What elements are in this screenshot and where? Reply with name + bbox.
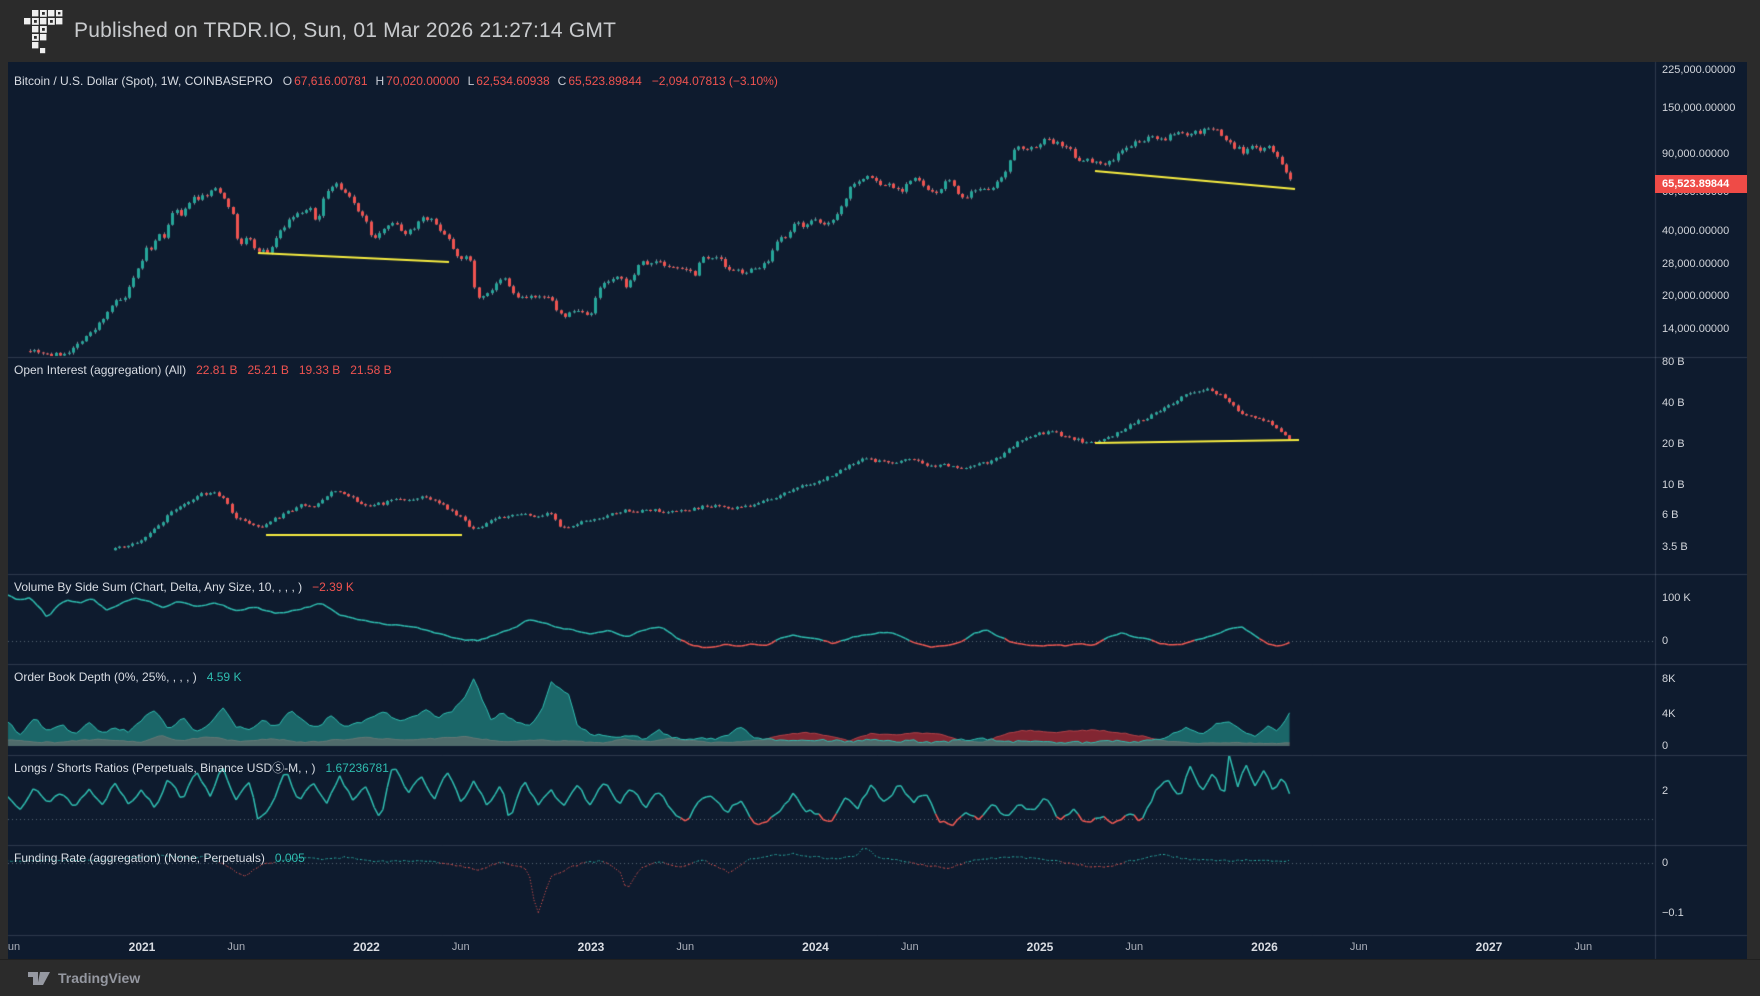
legend-segment: 1.67236781 [325,760,388,776]
price-axis-label: 10 B [1662,479,1685,491]
legend-segment: L [468,73,475,89]
price-axis-label: −0.1 [1662,907,1684,919]
legend-segment: −2.39 K [312,579,354,595]
legend-segment: 67,616.00781 [294,73,367,89]
legend-segment: Longs / Shorts Ratios (Perpetuals, Binan… [14,760,315,776]
price-axis-label: 8K [1662,673,1675,685]
tradingview-logo[interactable] [28,969,52,988]
time-axis-label: 2024 [802,940,829,954]
price-axis-label: 225,000.00000 [1662,64,1735,76]
chart-canvas[interactable] [0,0,1760,996]
legend-segment: H [376,73,385,89]
time-axis-label: Jun [1125,941,1143,953]
legend-segment: Volume By Side Sum (Chart, Delta, Any Si… [14,579,302,595]
time-axis-label: un [8,941,20,953]
legend-segment: 0.005 [275,850,305,866]
price-axis-label: 0 [1662,635,1668,647]
price-axis-label: 90,000.00000 [1662,148,1729,160]
price-axis-label: 4K [1662,708,1675,720]
price-axis-label: 20 B [1662,438,1685,450]
time-axis-label: Jun [1574,941,1592,953]
price-axis-label: 80 B [1662,356,1685,368]
price-axis-label: 40 B [1662,397,1685,409]
price-axis-label: 150,000.00000 [1662,102,1735,114]
last-price-value: 65,523.89844 [1662,178,1729,190]
time-axis-label: 2025 [1027,940,1054,954]
footer-bar: TradingView [0,959,1760,996]
legend-segment: C [558,73,567,89]
pane-legend-volume_by_side[interactable]: Volume By Side Sum (Chart, Delta, Any Si… [14,579,354,595]
legend-segment: 21.58 B [350,362,391,378]
pane-legend-price[interactable]: Bitcoin / U.S. Dollar (Spot), 1W, COINBA… [14,73,778,89]
price-axis-label: 3.5 B [1662,541,1688,553]
pane-legend-open_interest[interactable]: Open Interest (aggregation) (All) 22.81 B… [14,362,392,378]
pane-legend-funding_rate[interactable]: Funding Rate (aggregation) (None, Perpet… [14,850,305,866]
page: Published on TRDR.IO, Sun, 01 Mar 2026 2… [0,0,1760,996]
time-axis-label: 2023 [578,940,605,954]
price-axis-label: 0 [1662,857,1668,869]
legend-segment: 22.81 B [196,362,237,378]
price-axis-label: 100 K [1662,592,1691,604]
time-axis-label: Jun [901,941,919,953]
price-axis-label: 6 B [1662,509,1679,521]
time-axis-label: 2027 [1476,940,1503,954]
tradingview-label[interactable]: TradingView [58,970,140,986]
legend-segment: Bitcoin / U.S. Dollar (Spot), 1W, COINBA… [14,73,273,89]
time-axis-label: Jun [1350,941,1368,953]
pane-legend-longs_shorts[interactable]: Longs / Shorts Ratios (Perpetuals, Binan… [14,760,389,776]
legend-segment: 65,523.89844 [568,73,641,89]
legend-segment: −2,094.07813 (−3.10%) [652,73,778,89]
legend-segment: O [283,73,292,89]
price-axis-label: 20,000.00000 [1662,290,1729,302]
legend-segment: Funding Rate (aggregation) (None, Perpet… [14,850,265,866]
price-axis-label: 0 [1662,740,1668,752]
time-axis-label: 2021 [129,940,156,954]
time-axis-label: Jun [452,941,470,953]
price-axis-label: 40,000.00000 [1662,225,1729,237]
legend-segment: 4.59 K [207,669,242,685]
legend-segment: 62,534.60938 [476,73,549,89]
legend-segment: Open Interest (aggregation) (All) [14,362,186,378]
legend-segment: 25.21 B [247,362,288,378]
time-axis-label: 2022 [353,940,380,954]
legend-segment: 19.33 B [299,362,340,378]
legend-segment: 70,020.00000 [386,73,459,89]
last-price-badge: 65,523.89844 [1655,175,1747,193]
price-axis-label: 2 [1662,785,1668,797]
price-axis-label: 14,000.00000 [1662,323,1729,335]
time-axis-label: 2026 [1251,940,1278,954]
time-axis-label: Jun [227,941,245,953]
time-axis-label: Jun [676,941,694,953]
price-axis-label: 28,000.00000 [1662,258,1729,270]
legend-segment: Order Book Depth (0%, 25%, , , , ) [14,669,197,685]
pane-legend-order_book_depth[interactable]: Order Book Depth (0%, 25%, , , , ) 4.59 K [14,669,241,685]
